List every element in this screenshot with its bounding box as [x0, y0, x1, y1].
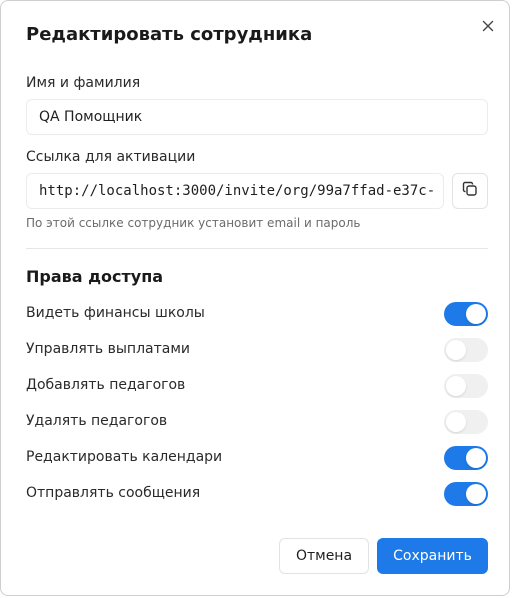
- permission-toggle-delete-teachers[interactable]: [444, 410, 488, 434]
- dialog-title: Редактировать сотрудника: [26, 24, 313, 45]
- activation-link-value: http://localhost:3000/invite/org/99a7ffa…: [39, 183, 436, 199]
- toggle-knob: [446, 340, 466, 360]
- permission-row: Редактировать календари: [26, 446, 488, 470]
- activation-link-input[interactable]: http://localhost:3000/invite/org/99a7ffa…: [26, 173, 444, 209]
- name-input[interactable]: QA Помощник: [26, 99, 488, 135]
- permission-row: Удалять педагогов: [26, 410, 488, 434]
- close-button[interactable]: [478, 16, 498, 36]
- activation-link-label: Ссылка для активации: [26, 149, 196, 165]
- edit-employee-dialog: Редактировать сотрудника Имя и фамилия Q…: [0, 0, 510, 596]
- permission-toggle-manage-payouts[interactable]: [444, 338, 488, 362]
- toggle-knob: [466, 484, 486, 504]
- copy-link-button[interactable]: [452, 173, 488, 209]
- permission-label: Управлять выплатами: [26, 341, 191, 357]
- close-icon: [482, 17, 494, 36]
- copy-icon: [462, 181, 478, 201]
- permission-toggle-add-teachers[interactable]: [444, 374, 488, 398]
- activation-link-hint: По этой ссылке сотрудник установит email…: [26, 216, 361, 230]
- toggle-knob: [446, 412, 466, 432]
- permission-row: Видеть финансы школы: [26, 302, 488, 326]
- permission-row: Добавлять педагогов: [26, 374, 488, 398]
- permission-toggle-edit-calendars[interactable]: [444, 446, 488, 470]
- permission-label: Добавлять педагогов: [26, 377, 186, 393]
- section-divider: [26, 248, 488, 249]
- save-button[interactable]: Сохранить: [377, 538, 488, 574]
- cancel-button[interactable]: Отмена: [279, 538, 369, 574]
- permission-row: Управлять выплатами: [26, 338, 488, 362]
- permission-label: Отправлять сообщения: [26, 485, 201, 501]
- permission-label: Видеть финансы школы: [26, 305, 205, 321]
- permission-label: Удалять педагогов: [26, 413, 168, 429]
- toggle-knob: [466, 304, 486, 324]
- toggle-knob: [446, 376, 466, 396]
- permission-row: Отправлять сообщения: [26, 482, 488, 506]
- name-input-value: QA Помощник: [39, 109, 143, 125]
- permission-toggle-send-messages[interactable]: [444, 482, 488, 506]
- permission-label: Редактировать календари: [26, 449, 223, 465]
- permission-toggle-view-finances[interactable]: [444, 302, 488, 326]
- toggle-knob: [466, 448, 486, 468]
- permissions-title: Права доступа: [26, 267, 164, 286]
- name-field-label: Имя и фамилия: [26, 75, 141, 91]
